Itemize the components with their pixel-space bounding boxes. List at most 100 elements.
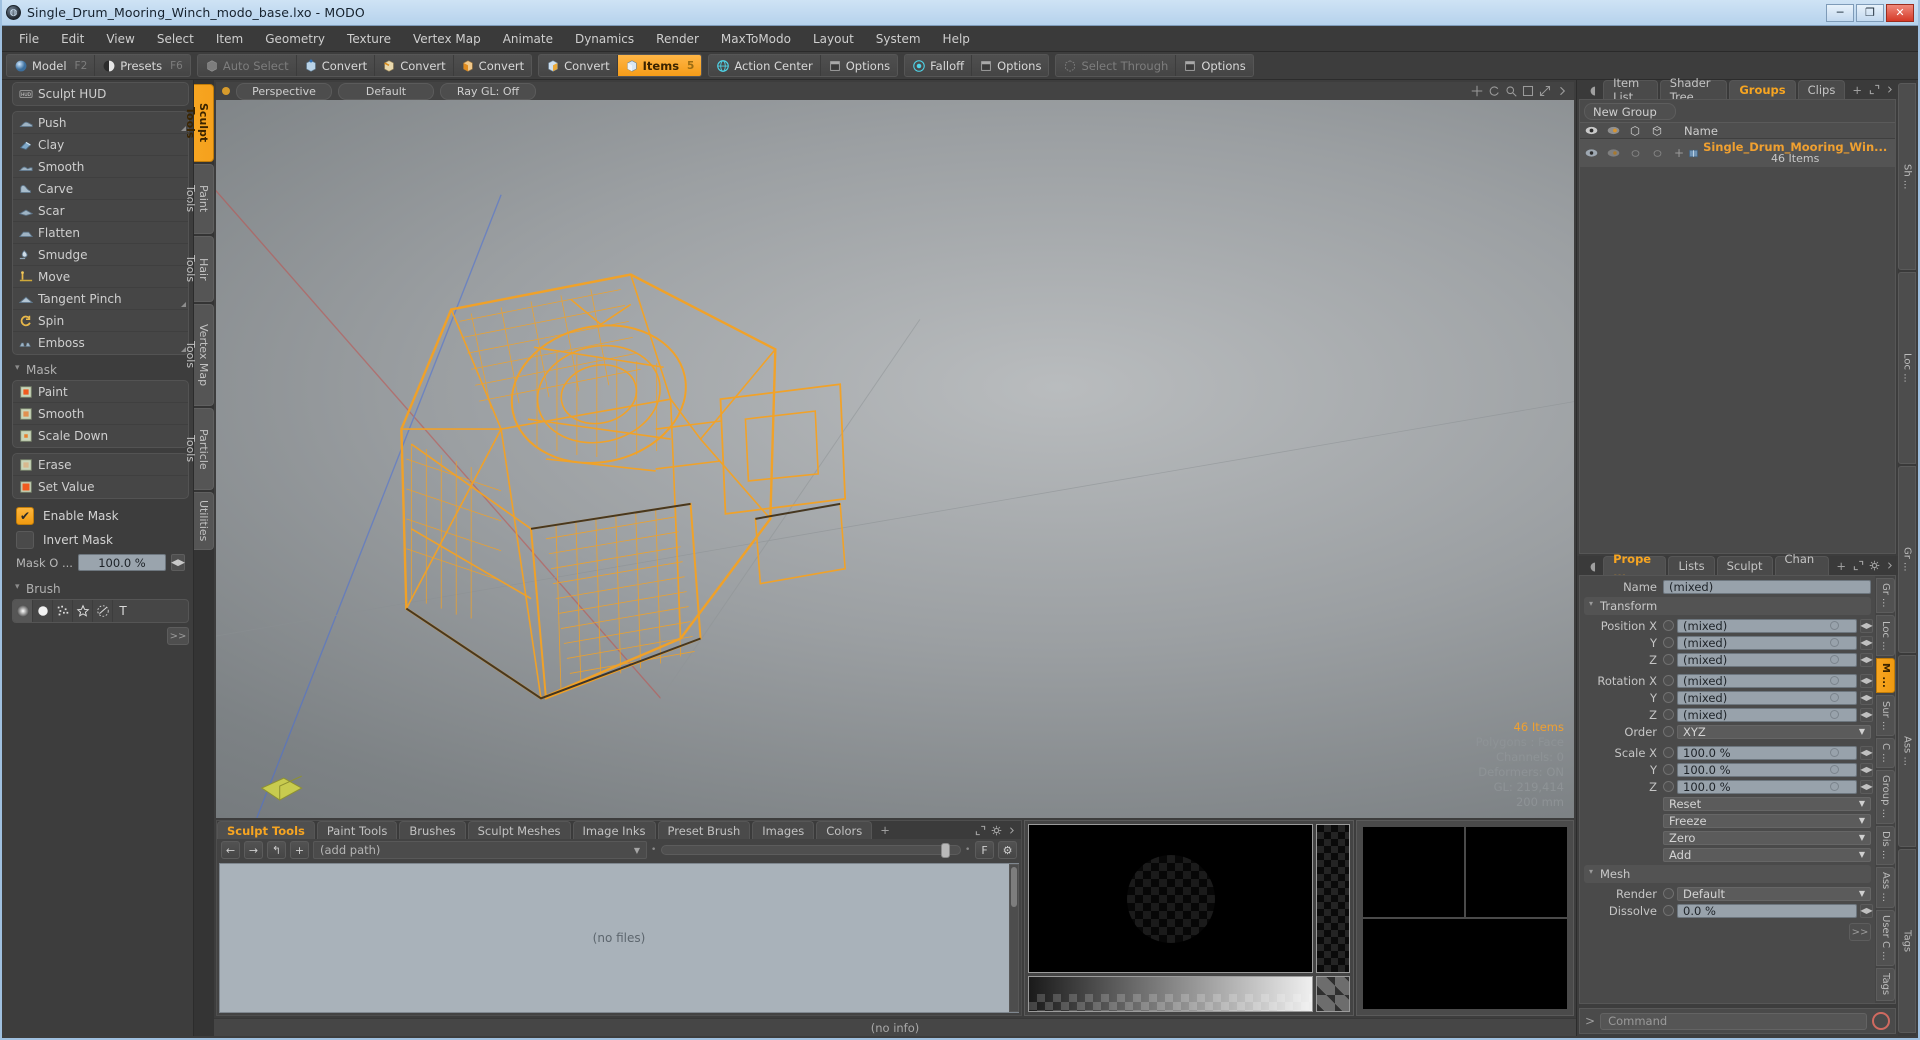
scale-x-input[interactable]: 100.0 %	[1677, 745, 1857, 760]
position-y-input[interactable]: (mixed)	[1677, 635, 1857, 650]
sculpt-tool-emboss[interactable]: Emboss	[13, 332, 188, 354]
text-brush-icon[interactable]: T	[113, 600, 133, 622]
toolbar-button-presets[interactable]: Presets F6	[95, 55, 190, 76]
enable-mask-checkbox[interactable]: ✔	[16, 507, 34, 525]
side-tab-group[interactable]: Group ...	[1876, 769, 1895, 824]
chevron-down-icon[interactable]: ▼	[1859, 850, 1865, 859]
tool-popup-corner-icon[interactable]	[181, 347, 186, 352]
freeze-dropdown[interactable]: Freeze ▼	[1663, 813, 1871, 828]
groups-list-empty-area[interactable]	[1580, 167, 1895, 553]
channel-dot-icon[interactable]	[1663, 675, 1674, 686]
viewport-raygl-selector[interactable]: Ray GL: Off	[440, 82, 536, 100]
sculpt-tool-scar[interactable]: Scar	[13, 200, 188, 222]
add-dropdown[interactable]: Add ▼	[1663, 847, 1871, 862]
position-y-stepper[interactable]: ◀▶	[1860, 635, 1873, 650]
arrow-right-icon[interactable]	[1556, 85, 1568, 97]
tab-item-list[interactable]: Item List	[1603, 76, 1658, 104]
sculpt-tool-flatten[interactable]: Flatten	[13, 222, 188, 244]
soft-falloff-icon[interactable]	[13, 600, 33, 622]
file-browser-scrollbar[interactable]	[1009, 864, 1019, 1012]
tab-sculpt[interactable]: Sculpt	[1716, 556, 1773, 575]
properties-more-button[interactable]: >>	[1849, 923, 1871, 941]
mask-tool-set-value[interactable]: Set Value	[13, 476, 188, 498]
gear-icon[interactable]: ⚙	[998, 841, 1017, 859]
menu-vertex-map[interactable]: Vertex Map	[402, 28, 492, 50]
menu-edit[interactable]: Edit	[50, 28, 95, 50]
row-shaded-toggle[interactable]	[1646, 148, 1668, 159]
side-tab-surface[interactable]: Sur ...	[1876, 695, 1895, 736]
envelope-icon[interactable]	[1830, 676, 1839, 685]
mask-section-header[interactable]: Mask	[12, 360, 189, 380]
mask-opacity-stepper[interactable]: ◀▶	[171, 554, 185, 571]
bottom-tab-add[interactable]: +	[874, 821, 896, 839]
sculpt-tool-push[interactable]: Push	[13, 112, 188, 134]
menu-file[interactable]: File	[8, 28, 50, 50]
toolbar-button-action-center[interactable]: Action Center	[709, 55, 821, 76]
chevron-down-icon[interactable]: ▼	[1859, 833, 1865, 842]
procedural-brush-icon[interactable]	[93, 600, 113, 622]
envelope-icon[interactable]	[1830, 638, 1839, 647]
viewport-canvas[interactable]	[216, 100, 1574, 818]
tool-popup-corner-icon[interactable]	[181, 302, 186, 307]
bottom-tab-images[interactable]: Images	[752, 821, 815, 839]
toolbar-button-convert-poly[interactable]: Convert	[453, 55, 532, 76]
viewport-style-selector[interactable]: Default	[338, 82, 434, 100]
side-tab-tags[interactable]: Tags	[1876, 968, 1895, 1001]
command-input[interactable]: Command	[1600, 1012, 1867, 1030]
channel-dot-icon[interactable]	[1663, 764, 1674, 775]
scale-y-stepper[interactable]: ◀▶	[1860, 762, 1873, 777]
rotation-x-stepper[interactable]: ◀▶	[1860, 673, 1873, 688]
channel-dot-icon[interactable]	[1663, 781, 1674, 792]
vtab-vertex-map-tools[interactable]: Vertex Map Tools	[184, 304, 214, 406]
brush-section-header[interactable]: Brush	[12, 579, 189, 599]
envelope-icon[interactable]	[1830, 748, 1839, 757]
mask-tool-erase[interactable]: Erase	[13, 454, 188, 476]
maximize-icon[interactable]	[1539, 85, 1551, 97]
toolbar-button-select-through-options[interactable]: Options	[1176, 55, 1253, 76]
zero-dropdown[interactable]: Zero ▼	[1663, 830, 1871, 845]
rotate-view-icon[interactable]	[1488, 85, 1500, 97]
bottom-tab-sculpt-tools[interactable]: Sculpt Tools	[217, 821, 315, 839]
chevron-down-icon[interactable]: ▼	[1859, 889, 1865, 898]
rotation-order-select[interactable]: XYZ ▼	[1677, 724, 1871, 739]
toolbar-button-action-options[interactable]: Options	[820, 55, 898, 76]
menu-layout[interactable]: Layout	[802, 28, 865, 50]
enable-mask-checkbox-row[interactable]: ✔ Enable Mask	[12, 504, 189, 528]
toolbar-button-items[interactable]: Items 5	[617, 55, 702, 76]
star-brush-icon[interactable]	[73, 600, 93, 622]
toolbar-button-select-through[interactable]: Select Through	[1056, 55, 1177, 76]
channel-dot-icon[interactable]	[1663, 905, 1674, 916]
channel-dot-icon[interactable]	[1663, 654, 1674, 665]
table-row[interactable]: + Single_Drum_Mooring_Win... 46 Items	[1580, 139, 1895, 167]
row-render-toggle[interactable]	[1602, 148, 1624, 158]
sculpt-tool-carve[interactable]: Carve	[13, 178, 188, 200]
envelope-icon[interactable]	[1830, 782, 1839, 791]
edge-tab-tags[interactable]: Tags	[1898, 848, 1916, 1033]
brush-more-button[interactable]: >>	[167, 627, 189, 645]
thumbnail-cell[interactable]	[1466, 827, 1567, 917]
vtab-paint-tools[interactable]: Paint Tools	[184, 164, 214, 234]
bottom-tab-image-inks[interactable]: Image Inks	[572, 821, 656, 839]
sculpt-tool-spin[interactable]: Spin	[13, 310, 188, 332]
toolbar-button-convert-item[interactable]: Convert	[539, 55, 618, 76]
new-group-button[interactable]: New Group	[1584, 103, 1676, 120]
tab-properties[interactable]: Prope ...	[1603, 552, 1667, 580]
toolbar-button-falloff[interactable]: Falloff	[905, 55, 973, 76]
arrow-right-icon[interactable]	[1885, 560, 1894, 571]
invert-mask-checkbox-row[interactable]: Invert Mask	[12, 528, 189, 552]
menu-help[interactable]: Help	[932, 28, 981, 50]
name-input[interactable]: (mixed)	[1663, 579, 1871, 594]
maximize-button[interactable]: ❐	[1856, 3, 1884, 22]
arrow-left-icon[interactable]: ←	[221, 841, 240, 859]
mask-tool-smooth[interactable]: Smooth	[13, 403, 188, 425]
thumbnail-cell[interactable]	[1363, 827, 1464, 917]
scale-z-input[interactable]: 100.0 %	[1677, 779, 1857, 794]
filter-button[interactable]: F	[975, 841, 994, 859]
side-tab-assembly[interactable]: Ass ...	[1876, 866, 1895, 908]
bottom-tab-brushes[interactable]: Brushes	[399, 821, 466, 839]
bottom-tab-paint-tools[interactable]: Paint Tools	[316, 821, 398, 839]
arrow-up-folder-icon[interactable]: ↰	[267, 841, 286, 859]
fit-view-icon[interactable]	[1522, 85, 1534, 97]
prop-menu-dot-icon[interactable]: ◖	[1585, 556, 1601, 575]
gear-icon[interactable]	[991, 825, 1002, 836]
